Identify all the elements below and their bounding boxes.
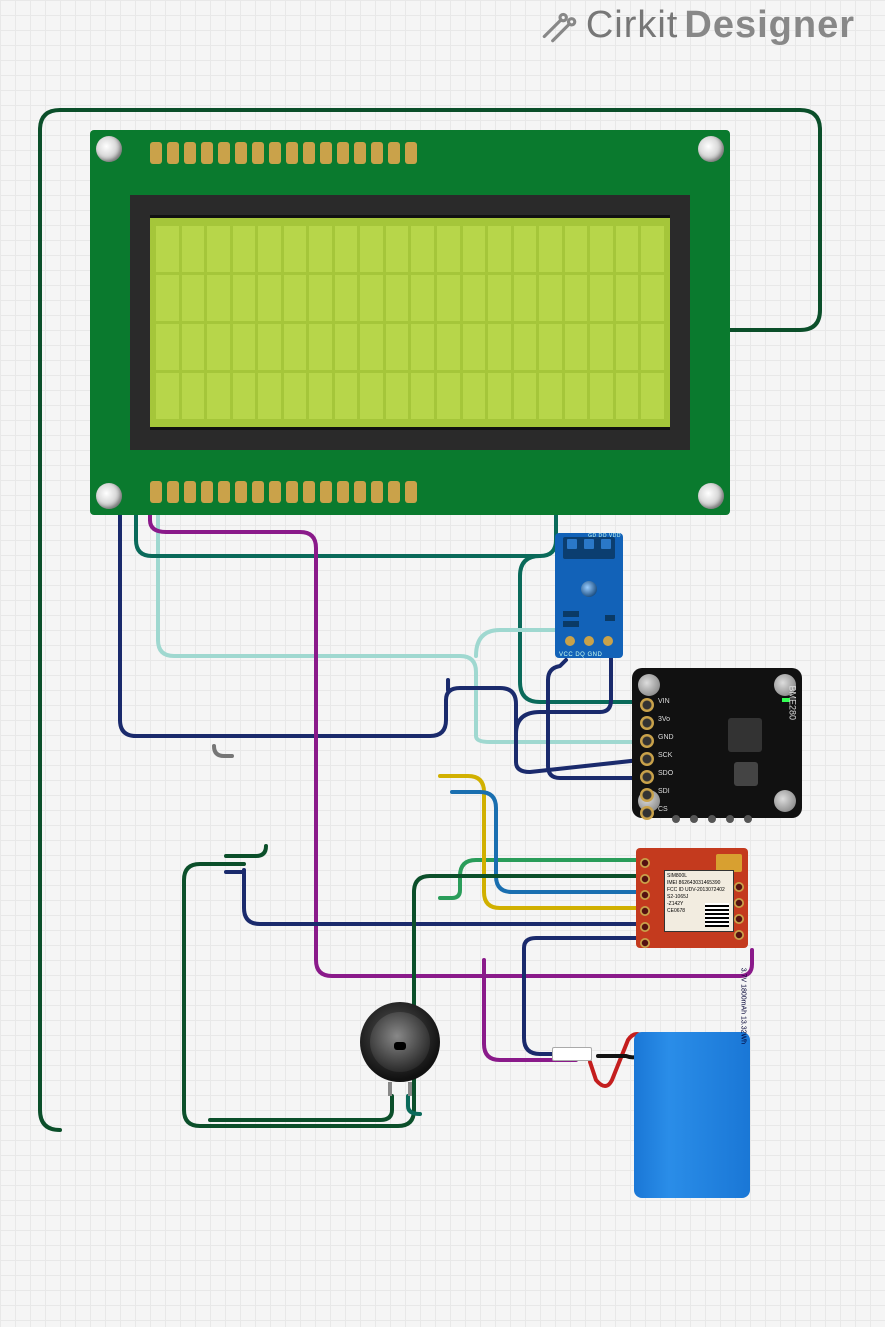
chip-icon — [728, 718, 762, 752]
wire-sim-rst — [452, 792, 640, 892]
qr-icon — [705, 903, 729, 927]
temp-terminal-block — [563, 537, 615, 559]
bme-pins — [640, 698, 654, 820]
circuit-canvas[interactable]: Cirkit Designer — [0, 0, 885, 1327]
sim-chip-line: IMEI 862643031465390 — [667, 880, 731, 887]
bme-pin-label: VIN — [658, 698, 670, 705]
app-logo: Cirkit Designer — [538, 4, 855, 47]
bme-pin-label: CS — [658, 806, 668, 813]
wire-sim-net — [440, 860, 640, 898]
logo-icon — [538, 5, 580, 47]
wire-left-green-stub — [226, 846, 266, 856]
temp-bottom-labels: VCC DQ GND — [559, 652, 602, 658]
lcd-pins-bottom — [150, 481, 417, 503]
wire-batt-to-sim-navy — [524, 938, 640, 1054]
bme-title: BME280 — [788, 685, 798, 720]
lcd-screen — [150, 215, 670, 430]
bme-pin-label: 3Vo — [658, 716, 670, 723]
bme-pin-label: SCK — [658, 752, 672, 759]
jst-connector[interactable] — [552, 1047, 592, 1061]
stemma-connector — [672, 815, 752, 823]
wire-sim-rxd — [440, 776, 640, 908]
wire-navy-temp-gnd — [516, 655, 611, 734]
bme-pin-label: SDO — [658, 770, 673, 777]
bme-pin-label: SDI — [658, 788, 670, 795]
ds18b20-module[interactable]: GD DQ VDD VCC DQ GND — [555, 533, 623, 658]
sim-chip-line: FCC ID UDV-2013072402 — [667, 887, 731, 894]
lcd-20x4[interactable] — [90, 130, 730, 515]
smd-icon — [563, 621, 579, 627]
wire-batt-to-sim-purple — [484, 960, 576, 1060]
smd-icon — [605, 615, 615, 621]
bme280-breakout[interactable]: BME280 VIN 3Vo GND SCK SDO SDI CS — [632, 668, 802, 818]
bme-pin-label: GND — [658, 734, 674, 741]
screw-icon — [638, 674, 660, 696]
screw-icon — [774, 790, 796, 812]
screw-icon — [698, 483, 724, 509]
piezo-buzzer[interactable] — [360, 1002, 440, 1082]
wire-grey-stub — [214, 746, 232, 756]
screw-icon — [96, 136, 122, 162]
screw-icon — [96, 483, 122, 509]
sim-chip: SIM800L IMEI 862643031465390 FCC ID UDV-… — [664, 870, 734, 932]
sim-chip-line: S2-1065J — [667, 894, 731, 901]
lcd-bezel — [130, 195, 690, 450]
wire-sim-txd — [244, 870, 640, 924]
sim-left-pins — [640, 858, 650, 948]
sim-chip-line: SIM800L — [667, 873, 731, 880]
lcd-pins-top — [150, 142, 417, 164]
temp-pads — [565, 636, 613, 646]
chip-icon — [734, 762, 758, 786]
screw-icon — [698, 136, 724, 162]
wire-sim-vcc — [184, 864, 640, 1126]
wire-navy-bme-sdi — [548, 660, 640, 778]
sim800l-module[interactable]: SIM800L IMEI 862643031465390 FCC ID UDV-… — [636, 848, 748, 948]
smd-icon — [563, 611, 579, 617]
wire-navy-bme-sck — [120, 688, 640, 772]
lipo-battery[interactable]: 3.7V 1800mAh 13.32Wh — [634, 1032, 750, 1198]
logo-text-bold: Designer — [684, 4, 855, 47]
temp-sensor-icon — [581, 581, 597, 597]
battery-label: 3.7V 1800mAh 13.32Wh — [739, 968, 746, 1044]
sim-right-pins — [734, 882, 744, 940]
logo-text-thin: Cirkit — [586, 4, 679, 47]
wire-buzzer-neg — [408, 1096, 420, 1114]
wire-buzzer-pos — [210, 1096, 392, 1120]
buzzer-pins — [388, 1082, 412, 1096]
